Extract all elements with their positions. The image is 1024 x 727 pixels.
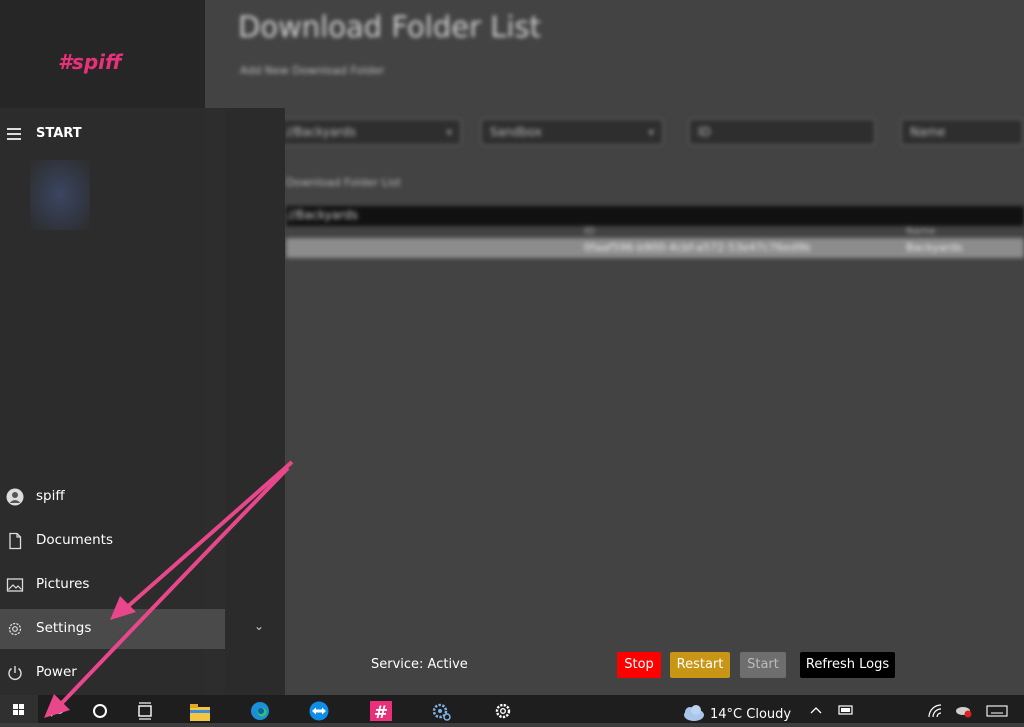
power-icon — [8, 666, 22, 680]
app-main — [205, 0, 1024, 695]
page-subtitle: Add New Download Folder — [240, 64, 385, 77]
user-icon — [6, 488, 24, 506]
column-name: Name — [906, 226, 936, 237]
search-icon[interactable] — [47, 699, 69, 721]
wifi-icon[interactable] — [928, 704, 942, 718]
start-button[interactable]: Start — [740, 652, 786, 678]
service-gear-icon[interactable] — [430, 699, 452, 721]
document-icon — [9, 532, 22, 550]
cortana-icon[interactable] — [89, 699, 111, 721]
start-tiles-area — [225, 108, 285, 695]
task-view-icon[interactable] — [134, 699, 156, 721]
restart-button[interactable]: Restart — [670, 652, 730, 678]
chevron-down-icon: ▾ — [648, 126, 654, 139]
chevron-down-icon[interactable]: ⌄ — [254, 619, 264, 633]
start-item-user[interactable]: spiff — [0, 477, 285, 517]
id-input[interactable]: ID — [688, 118, 876, 146]
windows-start-icon[interactable] — [0, 695, 38, 723]
table-row[interactable]: 0faaf596-b900-4cbf-a572-53e47c76ed9b Bac… — [286, 238, 1024, 258]
start-item-settings[interactable]: Settings — [0, 609, 225, 649]
pictures-icon — [6, 578, 24, 592]
refresh-logs-button[interactable]: Refresh Logs — [800, 652, 895, 678]
keyboard-icon[interactable] — [986, 705, 1008, 717]
table-header-text: //Backyards — [288, 208, 358, 222]
edge-icon[interactable] — [249, 699, 271, 721]
table-header: //Backyards — [286, 206, 1024, 226]
table-columns: ID Name — [286, 226, 1024, 238]
id-input-placeholder: ID — [698, 125, 711, 139]
hamburger-menu-icon[interactable] — [7, 128, 21, 143]
taskbar: # — [0, 695, 1024, 723]
settings-icon[interactable] — [492, 699, 514, 721]
row-id: 0faaf596-b900-4cbf-a572-53e47c76ed9b — [584, 241, 811, 254]
file-explorer-icon[interactable] — [189, 699, 211, 721]
name-input[interactable]: Name — [900, 118, 1024, 146]
chevron-up-icon[interactable] — [809, 705, 823, 715]
gear-icon — [8, 622, 22, 636]
blurred-tile — [30, 160, 90, 230]
chevron-down-icon: ▾ — [446, 126, 452, 139]
start-item-label: Pictures — [36, 576, 90, 592]
weather-text[interactable]: 14°C Cloudy — [710, 707, 791, 722]
teamviewer-icon[interactable] — [308, 699, 330, 721]
battery-icon[interactable] — [838, 703, 854, 717]
svg-text:#: # — [374, 703, 388, 721]
spiff-app-icon[interactable]: # — [370, 699, 392, 721]
column-id: ID — [584, 226, 595, 237]
start-item-label: spiff — [36, 488, 65, 504]
name-input-placeholder: Name — [910, 125, 946, 139]
row-name: Backyards — [906, 241, 963, 254]
start-item-label: Power — [36, 664, 77, 680]
start-item-power[interactable]: Power — [0, 653, 285, 693]
page-title: Download Folder List — [238, 10, 541, 44]
folder-select-value: //Backyards — [286, 125, 356, 139]
app-logo: #spiff — [58, 50, 122, 74]
start-item-documents[interactable]: Documents — [0, 521, 285, 561]
folder-select[interactable]: //Backyards ▾ — [276, 118, 462, 146]
start-item-label: Documents — [36, 532, 113, 548]
folder-list-label: Download Folder List — [286, 176, 401, 189]
start-item-label: Settings — [36, 620, 92, 636]
start-item-pictures[interactable]: Pictures — [0, 565, 285, 605]
start-title: START — [36, 126, 82, 141]
cloud-icon[interactable] — [680, 704, 706, 722]
stop-button[interactable]: Stop — [617, 652, 661, 678]
type-select[interactable]: Sandbox ▾ — [480, 118, 664, 146]
type-select-value: Sandbox — [490, 125, 542, 139]
onedrive-error-icon[interactable] — [955, 704, 973, 718]
service-status: Service: Active — [371, 657, 468, 672]
